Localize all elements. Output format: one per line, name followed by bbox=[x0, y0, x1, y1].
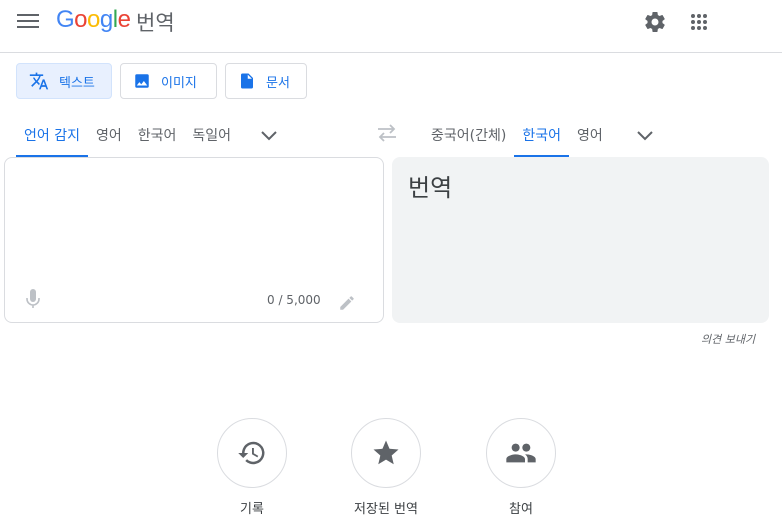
swap-languages-icon[interactable] bbox=[374, 122, 400, 144]
source-lang-english[interactable]: 영어 bbox=[88, 114, 130, 156]
source-language-bar: 언어 감지 영어 한국어 독일어 bbox=[16, 114, 287, 158]
image-mode-button[interactable]: 이미지 bbox=[120, 63, 217, 99]
source-lang-german[interactable]: 독일어 bbox=[184, 114, 239, 156]
document-mode-button[interactable]: 문서 bbox=[225, 63, 307, 99]
pencil-icon[interactable] bbox=[338, 294, 356, 316]
translation-output: 번역 bbox=[392, 157, 769, 323]
contribute-button[interactable] bbox=[486, 418, 556, 488]
character-counter: 0 / 5,000 bbox=[267, 293, 321, 307]
source-text-input[interactable]: 0 / 5,000 bbox=[4, 157, 384, 323]
logo-letter: o bbox=[74, 6, 88, 33]
menu-icon[interactable] bbox=[17, 12, 39, 30]
saved-action[interactable]: 저장된 번역 bbox=[336, 418, 436, 517]
logo-letter: g bbox=[99, 6, 113, 33]
history-button[interactable] bbox=[217, 418, 287, 488]
image-mode-label: 이미지 bbox=[161, 75, 197, 91]
contribute-action[interactable]: 참여 bbox=[471, 418, 571, 517]
target-lang-english[interactable]: 영어 bbox=[569, 114, 611, 156]
history-label: 기록 bbox=[240, 502, 264, 517]
document-icon bbox=[241, 73, 253, 89]
history-icon bbox=[238, 441, 265, 465]
source-lang-detect[interactable]: 언어 감지 bbox=[16, 114, 88, 157]
source-lang-korean[interactable]: 한국어 bbox=[130, 114, 185, 156]
target-lang-korean[interactable]: 한국어 bbox=[514, 114, 569, 157]
saved-label: 저장된 번역 bbox=[354, 502, 418, 517]
target-more-languages-chevron-icon[interactable] bbox=[627, 114, 663, 158]
send-feedback-link[interactable]: 의견 보내기 bbox=[701, 331, 755, 347]
history-action[interactable]: 기록 bbox=[202, 418, 302, 517]
google-logo[interactable]: Google bbox=[56, 6, 131, 34]
microphone-icon[interactable] bbox=[25, 288, 41, 314]
logo-letter: G bbox=[56, 6, 75, 33]
image-icon bbox=[135, 74, 149, 88]
apps-grid-icon[interactable] bbox=[687, 10, 711, 34]
target-language-bar: 중국어(간체) 한국어 영어 bbox=[423, 114, 663, 158]
logo-letter: e bbox=[117, 6, 131, 33]
translation-placeholder: 번역 bbox=[408, 174, 453, 202]
app-title: 번역 bbox=[136, 11, 175, 35]
mode-tabs: 텍스트 이미지 문서 bbox=[16, 63, 307, 99]
target-lang-chinese[interactable]: 중국어(간체) bbox=[423, 114, 514, 156]
contribute-label: 참여 bbox=[509, 502, 533, 517]
text-mode-button[interactable]: 텍스트 bbox=[16, 63, 112, 99]
logo-letter: o bbox=[87, 6, 100, 33]
people-icon bbox=[506, 443, 536, 463]
translate-icon bbox=[29, 72, 49, 90]
text-mode-label: 텍스트 bbox=[59, 75, 95, 91]
saved-button[interactable] bbox=[351, 418, 421, 488]
app-header: Google 번역 bbox=[0, 0, 782, 53]
source-more-languages-chevron-icon[interactable] bbox=[251, 114, 287, 158]
star-icon bbox=[373, 440, 399, 465]
document-mode-label: 문서 bbox=[266, 75, 290, 91]
gear-icon[interactable] bbox=[643, 10, 667, 34]
